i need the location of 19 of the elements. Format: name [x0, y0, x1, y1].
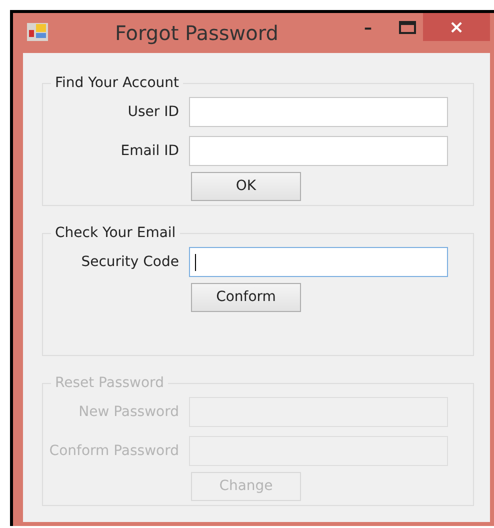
text-cursor	[195, 254, 196, 271]
input-field[interactable]	[189, 247, 448, 277]
app-icon	[27, 23, 48, 41]
maximize-icon	[398, 20, 416, 34]
field-label: User ID	[126, 104, 179, 120]
submit-button[interactable]: Conform	[191, 282, 301, 312]
field-label: Conform Password	[48, 443, 179, 459]
minimize-button[interactable]: –	[348, 13, 388, 41]
group-title: Check Your Email	[54, 225, 177, 241]
group-title: Reset Password	[54, 375, 165, 391]
window-title: Forgot Password	[115, 21, 278, 45]
field-label: Security Code	[80, 254, 179, 270]
group-title: Find Your Account	[54, 75, 180, 91]
input-field[interactable]	[189, 136, 448, 166]
field-label: Email ID	[120, 143, 179, 159]
input-field[interactable]	[189, 97, 448, 127]
submit-button[interactable]: OK	[191, 172, 301, 200]
close-button[interactable]: ×	[423, 13, 490, 41]
field-label: New Password	[78, 404, 179, 420]
